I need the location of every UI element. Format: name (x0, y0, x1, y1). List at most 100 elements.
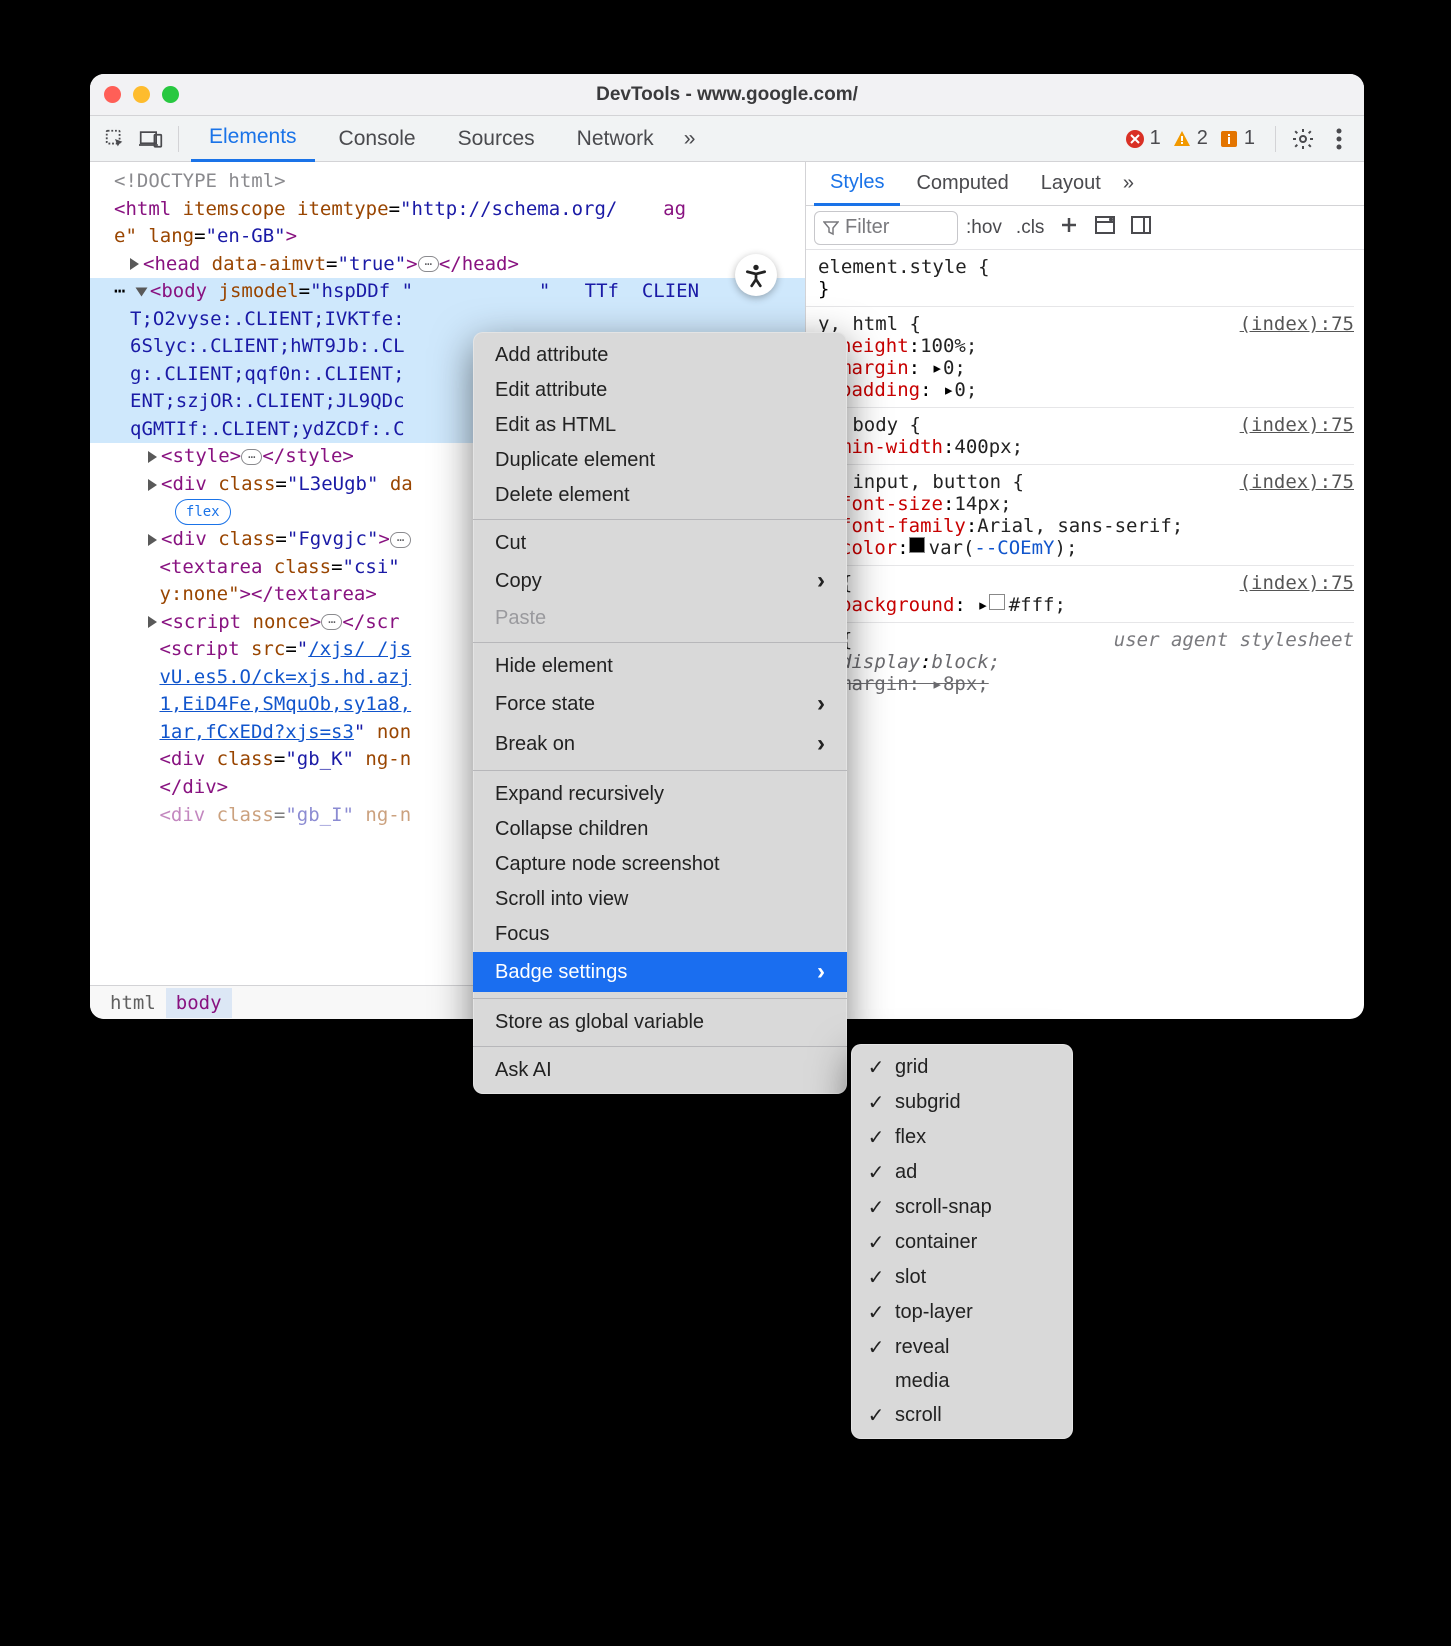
chevron-right-icon: › (817, 690, 825, 718)
tab-sources[interactable]: Sources (440, 116, 553, 162)
badge-option-container[interactable]: ✓ container (851, 1225, 1073, 1260)
badge-option-scroll[interactable]: ✓ scroll (851, 1398, 1073, 1433)
ctx-item-store-as-global-variable[interactable]: Store as global variable (473, 1005, 847, 1040)
chevron-right-icon: › (817, 958, 825, 986)
tab-layout[interactable]: Layout (1025, 162, 1117, 206)
ctx-item-cut[interactable]: Cut (473, 526, 847, 561)
ctx-item-delete-element[interactable]: Delete element (473, 478, 847, 513)
badge-option-label: top-layer (895, 1301, 973, 1324)
tab-console[interactable]: Console (321, 116, 434, 162)
badge-option-label: scroll (895, 1404, 942, 1427)
separator (178, 126, 179, 152)
styles-tabstrip: Styles Computed Layout » (806, 162, 1364, 206)
close-window-button[interactable] (104, 86, 121, 103)
badge-option-label: subgrid (895, 1091, 961, 1114)
ctx-item-focus[interactable]: Focus (473, 917, 847, 952)
ctx-item-edit-as-html[interactable]: Edit as HTML (473, 408, 847, 443)
filter-row: Filter :hov .cls (806, 206, 1364, 250)
checkmark-icon: ✓ (867, 1300, 885, 1325)
ctx-item-scroll-into-view[interactable]: Scroll into view (473, 882, 847, 917)
badge-option-slot[interactable]: ✓ slot (851, 1260, 1073, 1295)
ctx-item-expand-recursively[interactable]: Expand recursively (473, 777, 847, 812)
doctype: <!DOCTYPE html> (114, 170, 286, 192)
ctx-item-paste: Paste (473, 601, 847, 636)
badge-option-reveal[interactable]: ✓reveal (851, 1330, 1073, 1365)
badge-option-ad[interactable]: ✓ ad (851, 1155, 1073, 1190)
separator (1275, 126, 1276, 152)
badge-option-subgrid[interactable]: ✓ subgrid (851, 1085, 1073, 1120)
rule-html: y, html {(index):75 height: 100%; margin… (806, 307, 1354, 408)
badge-settings-submenu: ✓grid✓subgrid✓flex✓ad✓scroll-snap✓contai… (851, 1044, 1073, 1439)
kebab-menu-icon[interactable] (1324, 124, 1354, 154)
badge-option-label: grid (895, 1056, 928, 1079)
ctx-item-force-state[interactable]: Force state› (473, 684, 847, 724)
hov-toggle[interactable]: :hov (966, 217, 1002, 239)
styles-panel: Styles Computed Layout » Filter :hov .cl… (806, 162, 1364, 1019)
badge-option-label: slot (895, 1266, 926, 1289)
window-controls (104, 86, 179, 103)
ctx-item-add-attribute[interactable]: Add attribute (473, 338, 847, 373)
tab-network[interactable]: Network (559, 116, 672, 162)
badge-option-label: container (895, 1231, 977, 1254)
accessibility-icon[interactable] (735, 254, 777, 296)
checkmark-icon: ✓ (867, 1160, 885, 1185)
rule-body-minwidth: l, body {(index):75 min-width: 400px; (806, 408, 1354, 465)
selected-element[interactable]: ⋯ <body jsmodel="hspDDf " " TTf CLIEN (90, 278, 805, 306)
badge-option-label: ad (895, 1161, 917, 1184)
toggle-sidebar-icon[interactable] (1130, 214, 1152, 242)
filter-icon (823, 220, 839, 236)
breadcrumb-body[interactable]: body (166, 988, 232, 1018)
checkmark-icon: ✓ (867, 1125, 885, 1150)
checkmark-icon: ✓ (867, 1265, 885, 1290)
ctx-item-edit-attribute[interactable]: Edit attribute (473, 373, 847, 408)
badge-option-grid[interactable]: ✓ grid (851, 1050, 1073, 1085)
ctx-item-ask-ai[interactable]: Ask AI (473, 1053, 847, 1088)
tabs-overflow[interactable]: » (1117, 162, 1140, 206)
css-rules[interactable]: element.style { } y, html {(index):75 he… (806, 250, 1364, 1019)
tab-computed[interactable]: Computed (900, 162, 1024, 206)
tab-elements[interactable]: Elements (191, 116, 315, 162)
badge-option-media[interactable]: media (851, 1365, 1073, 1398)
ctx-item-collapse-children[interactable]: Collapse children (473, 812, 847, 847)
filter-input[interactable]: Filter (814, 211, 958, 245)
ctx-item-capture-node-screenshot[interactable]: Capture node screenshot (473, 847, 847, 882)
breadcrumb-html[interactable]: html (100, 988, 166, 1018)
rule-background: y {(index):75 background: ▸ #fff; (806, 566, 1354, 623)
error-count: 1 (1150, 127, 1161, 150)
checkmark-icon: ✓ (867, 1055, 885, 1080)
badge-option-label: media (895, 1370, 949, 1393)
ctx-item-badge-settings[interactable]: Badge settings› (473, 952, 847, 992)
tab-styles[interactable]: Styles (814, 162, 900, 206)
zoom-window-button[interactable] (162, 86, 179, 103)
new-rule-icon[interactable] (1058, 214, 1080, 242)
titlebar: DevTools - www.google.com/ (90, 74, 1364, 116)
badge-option-label: reveal (895, 1336, 949, 1359)
badge-option-label: flex (895, 1126, 926, 1149)
minimize-window-button[interactable] (133, 86, 150, 103)
inspect-icon[interactable] (100, 124, 130, 154)
warning-count: 2 (1197, 127, 1208, 150)
computed-sidebar-icon[interactable] (1094, 214, 1116, 242)
checkmark-icon: ✓ (867, 1403, 885, 1428)
settings-icon[interactable] (1288, 124, 1318, 154)
ctx-item-hide-element[interactable]: Hide element (473, 649, 847, 684)
checkmark-icon: ✓ (867, 1230, 885, 1255)
ctx-item-duplicate-element[interactable]: Duplicate element (473, 443, 847, 478)
device-toggle-icon[interactable] (136, 124, 166, 154)
tabs-overflow[interactable]: » (678, 116, 702, 162)
chevron-right-icon: › (817, 730, 825, 758)
badge-option-flex[interactable]: ✓ flex (851, 1120, 1073, 1155)
checkmark-icon: ✓ (867, 1090, 885, 1115)
status-indicators[interactable]: 1 2 1 (1124, 127, 1255, 150)
info-count: 1 (1244, 127, 1255, 150)
badge-option-top-layer[interactable]: ✓ top-layer (851, 1295, 1073, 1330)
filter-placeholder: Filter (845, 216, 889, 239)
warning-icon (1171, 128, 1193, 150)
ctx-item-copy[interactable]: Copy› (473, 561, 847, 601)
cls-toggle[interactable]: .cls (1016, 217, 1045, 239)
checkmark-icon: ✓ (867, 1195, 885, 1220)
flex-badge[interactable]: flex (175, 499, 231, 525)
info-icon (1218, 128, 1240, 150)
badge-option-scroll-snap[interactable]: ✓scroll-snap (851, 1190, 1073, 1225)
ctx-item-break-on[interactable]: Break on› (473, 724, 847, 764)
